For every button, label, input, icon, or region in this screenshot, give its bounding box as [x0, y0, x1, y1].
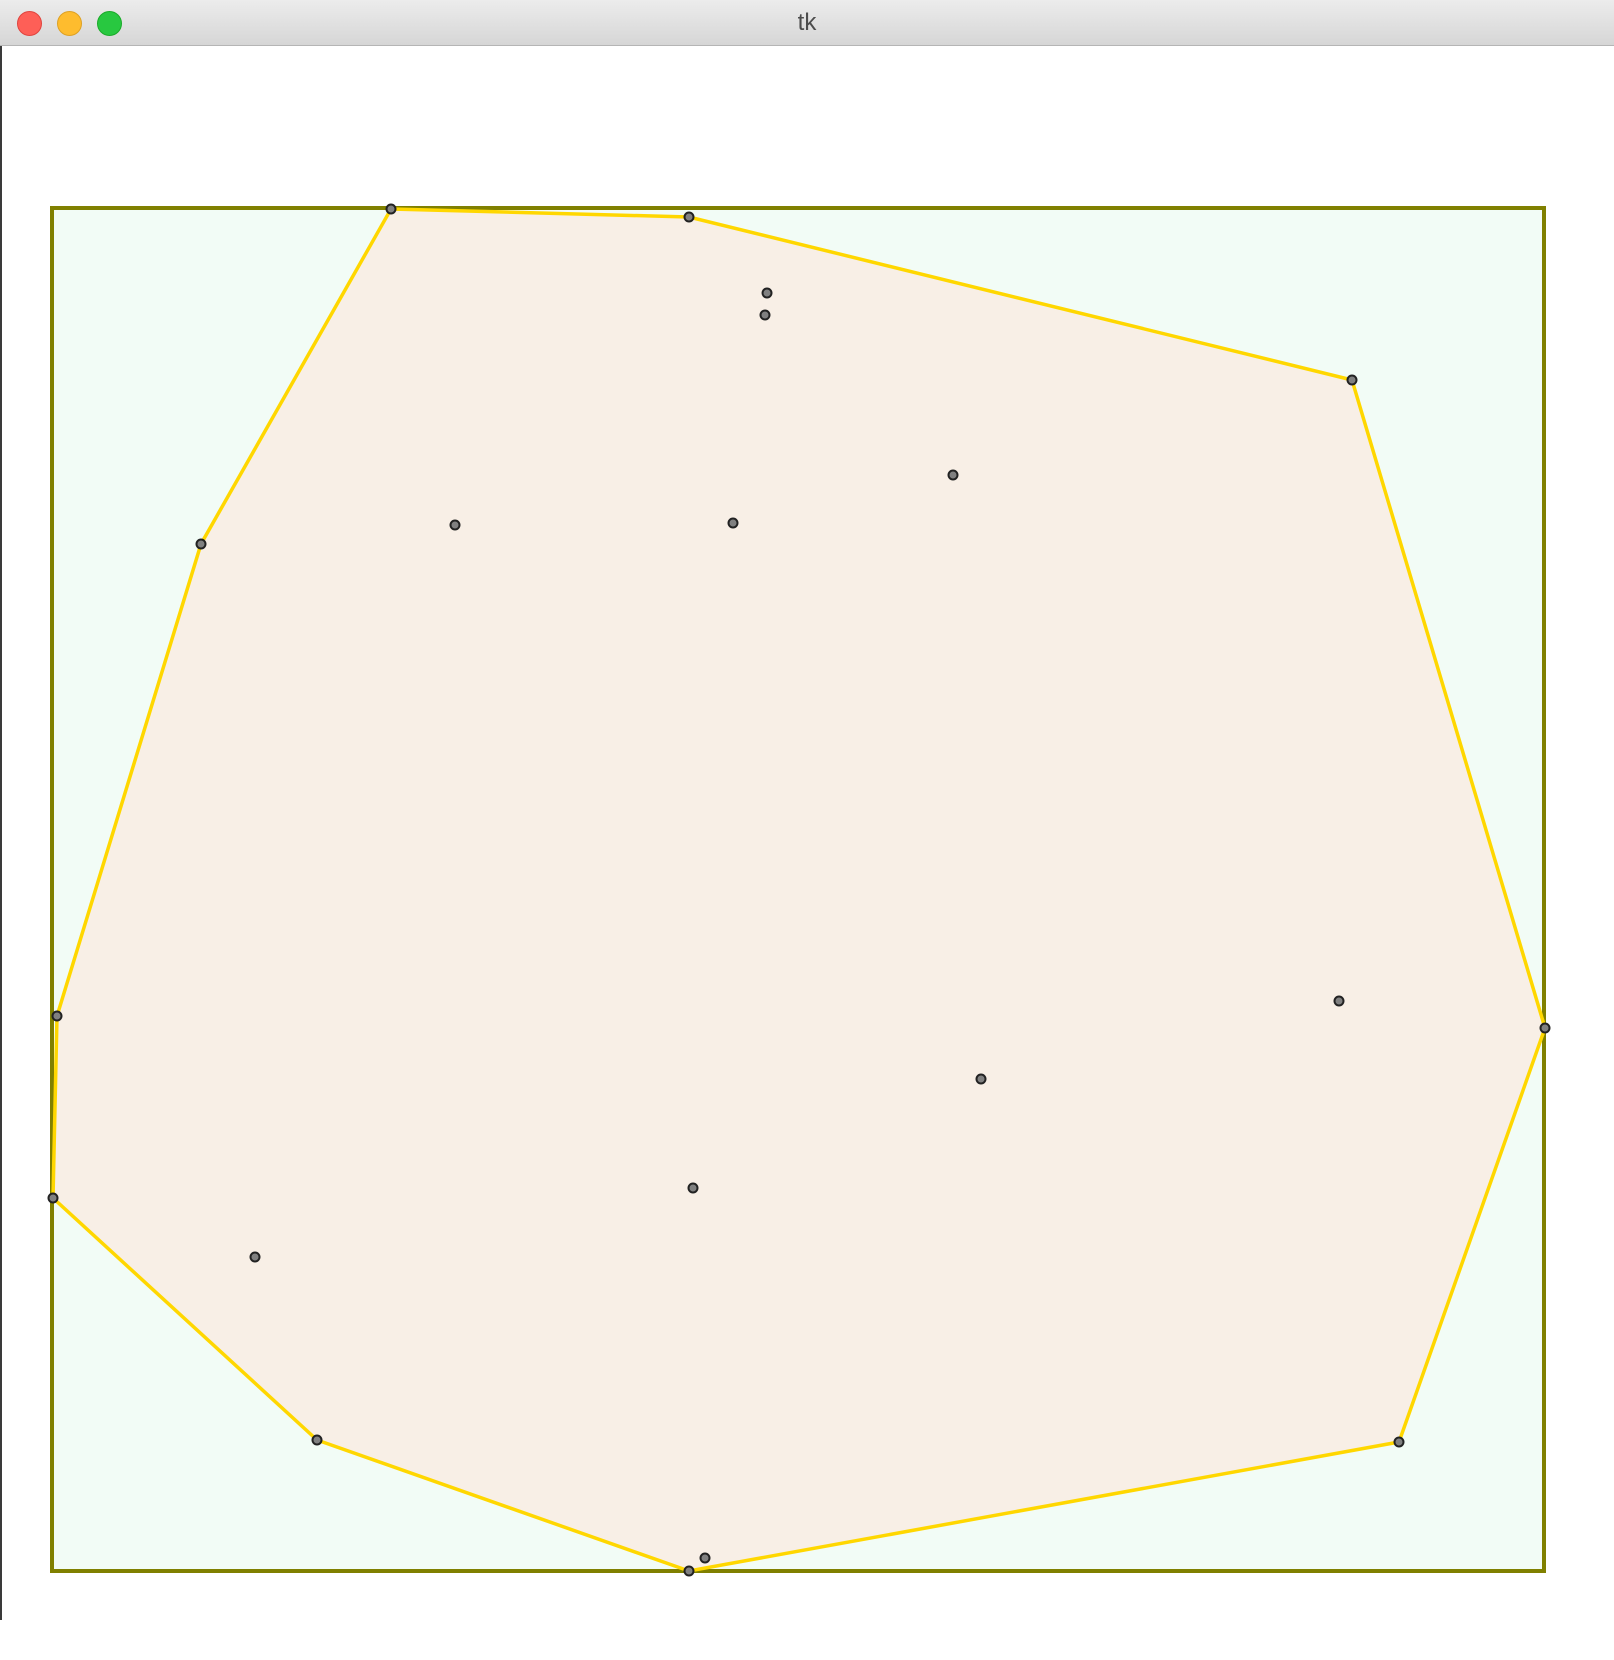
window-title: tk: [797, 9, 817, 36]
point-marker[interactable]: [1539, 1022, 1551, 1034]
point-marker[interactable]: [51, 1010, 63, 1022]
title-bar[interactable]: tk: [0, 0, 1614, 46]
point-marker[interactable]: [683, 1565, 695, 1577]
point-marker[interactable]: [699, 1552, 711, 1564]
point-marker[interactable]: [727, 517, 739, 529]
point-marker[interactable]: [687, 1182, 699, 1194]
point-marker[interactable]: [195, 538, 207, 550]
point-marker[interactable]: [385, 203, 397, 215]
point-marker[interactable]: [249, 1251, 261, 1263]
point-marker[interactable]: [683, 211, 695, 223]
point-marker[interactable]: [1333, 995, 1345, 1007]
convex-hull-polygon: [51, 207, 1547, 1573]
point-marker[interactable]: [1346, 374, 1358, 386]
point-marker[interactable]: [975, 1073, 987, 1085]
app-window: tk: [0, 0, 1614, 1660]
point-marker[interactable]: [759, 309, 771, 321]
point-marker[interactable]: [761, 287, 773, 299]
point-marker[interactable]: [311, 1434, 323, 1446]
canvas-svg: [47, 203, 1551, 1577]
point-marker[interactable]: [47, 1192, 59, 1204]
point-marker[interactable]: [1393, 1436, 1405, 1448]
point-marker[interactable]: [947, 469, 959, 481]
point-marker[interactable]: [449, 519, 461, 531]
drawing-canvas[interactable]: [2, 46, 1614, 1660]
